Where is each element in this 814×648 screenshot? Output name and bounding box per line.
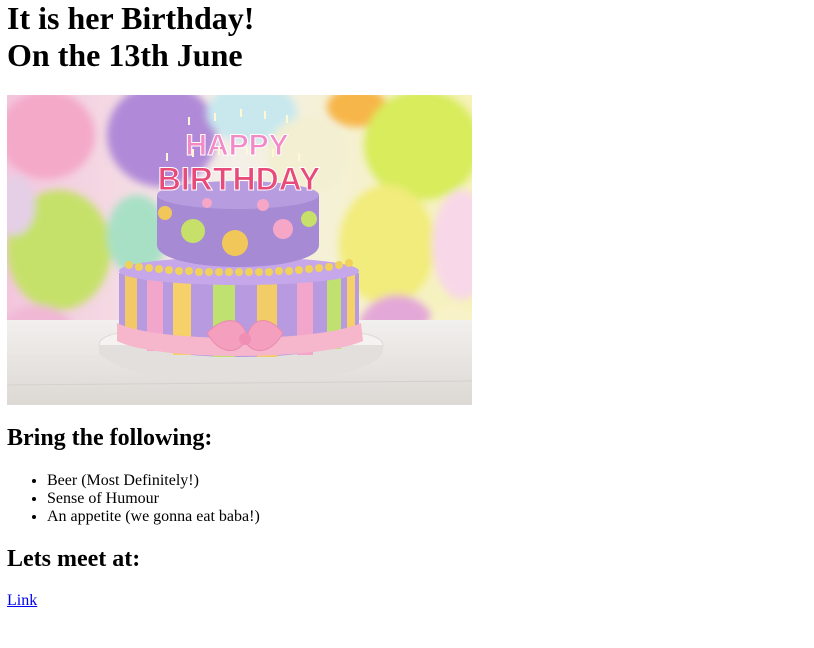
bring-list: Beer (Most Definitely!) Sense of Humour … [7,472,260,526]
venue-link[interactable]: Link [7,592,37,610]
list-item: Sense of Humour [47,490,260,508]
birthday-cake-image: HAPPY BIRTHDAY [7,95,472,405]
cake-lettering-top: HAPPY [185,129,288,162]
list-item: An appetite (we gonna eat baba!) [47,508,260,526]
page-title-line-1: It is her Birthday! [7,0,255,36]
page-title: It is her Birthday! On the 13th June [7,0,807,74]
cake-lettering-bottom: BIRTHDAY [158,161,320,197]
page: It is her Birthday! On the 13th June HAP… [7,0,807,609]
meet-section-title: Lets meet at: [7,546,141,572]
birthday-cake-icon: HAPPY BIRTHDAY [7,95,472,405]
bring-section-title: Bring the following: [7,425,213,451]
page-title-line-2: On the 13th June [7,37,243,73]
list-item: Beer (Most Definitely!) [47,472,260,490]
